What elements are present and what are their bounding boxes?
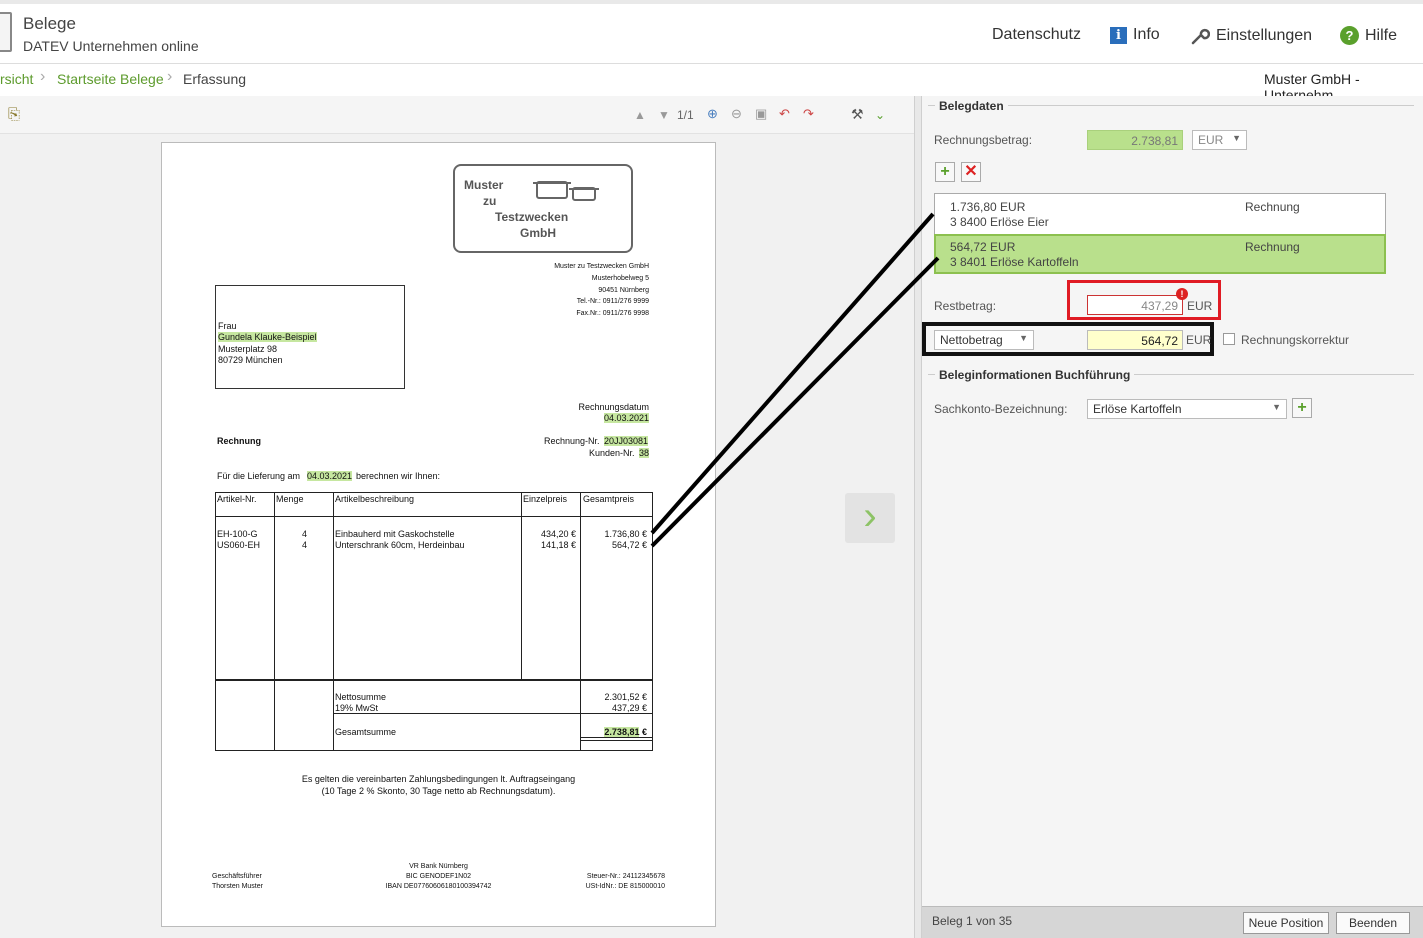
annotation-lines [650, 212, 940, 548]
annotation-line-1 [650, 212, 935, 535]
annotation-line-2 [650, 256, 940, 548]
